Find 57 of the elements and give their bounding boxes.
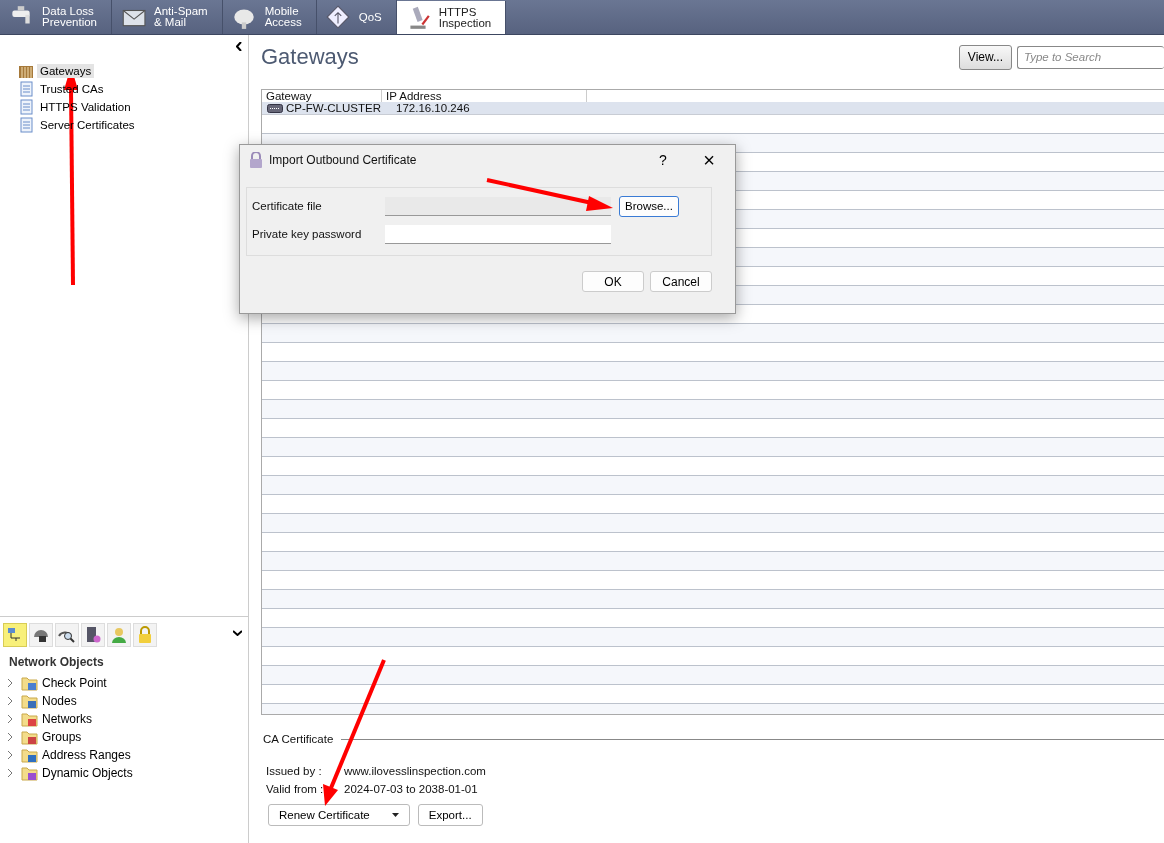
table-cell: CP-FW-CLUSTER [286,102,381,114]
toolbar-button[interactable] [29,623,53,647]
field-label: Valid from : [266,783,325,795]
page-title: Gateways [261,44,360,70]
field-value: www.ilovesslinspection.com [344,765,486,777]
field-label: Certificate file [252,200,323,212]
toolbar-button[interactable] [55,623,79,647]
tab[interactable]: QoS [316,0,397,34]
help-button[interactable]: ? [643,151,683,169]
ok-button[interactable]: OK [582,271,644,292]
folder-icon [21,711,38,727]
tree-item[interactable]: Dynamic Objects [42,766,133,780]
tree-item[interactable]: Groups [42,730,82,744]
folder-icon [21,765,38,781]
field-value: 2024-07-03 to 2038-01-01 [344,783,478,795]
folder-icon [21,729,38,745]
close-button[interactable]: × [689,147,729,173]
tab[interactable]: Anti-Spam & Mail [112,0,223,34]
browse-button[interactable]: Browse... [619,195,679,217]
section-title: Network Objects [9,655,105,669]
folder-icon [21,747,38,763]
input-field[interactable] [385,224,611,244]
dialog-title: Import Outbound Certificate [269,153,418,167]
table-cell: 172.16.10.246 [396,102,470,114]
tab[interactable]: HTTPS Inspection [396,1,507,34]
tree-item[interactable]: Address Ranges [42,748,131,762]
table-row[interactable]: CP-FW-CLUSTER 172.16.10.246 [262,102,1164,115]
sidebar-item[interactable]: Gateways [37,64,95,78]
tree-item[interactable]: Networks [42,712,92,726]
diamond-icon [324,4,351,30]
fence-icon [18,63,34,79]
folder-icon [21,675,38,691]
search-field[interactable]: Type to Search [1017,45,1164,69]
lock-icon [249,152,263,168]
caret-icon [391,813,399,817]
document-icon [18,117,34,133]
group-title: CA Certificate [263,733,334,745]
tree-item[interactable]: Nodes [42,694,77,708]
user-icon [110,626,128,644]
lock-icon [136,626,154,644]
field-label: Issued by : [266,765,323,777]
server-icon [84,626,102,644]
export-button[interactable]: Export... [417,804,483,826]
document-icon [18,81,34,97]
document-icon [18,99,34,115]
chevron-icon[interactable] [233,627,242,638]
toolbar-button[interactable] [81,623,105,647]
renew-certificate-button[interactable]: Renew Certificate [268,804,410,826]
tab[interactable]: Data Loss Prevention [0,0,112,34]
tab[interactable]: Mobile Access [222,0,317,34]
view-button[interactable]: View... [958,44,1012,70]
folder-icon [21,693,38,709]
tree-item[interactable]: Check Point [42,676,107,690]
cancel-button[interactable]: Cancel [650,271,712,292]
collapse-icon[interactable] [236,41,242,53]
device-icon [267,103,283,113]
field-label: Private key password [252,228,363,240]
